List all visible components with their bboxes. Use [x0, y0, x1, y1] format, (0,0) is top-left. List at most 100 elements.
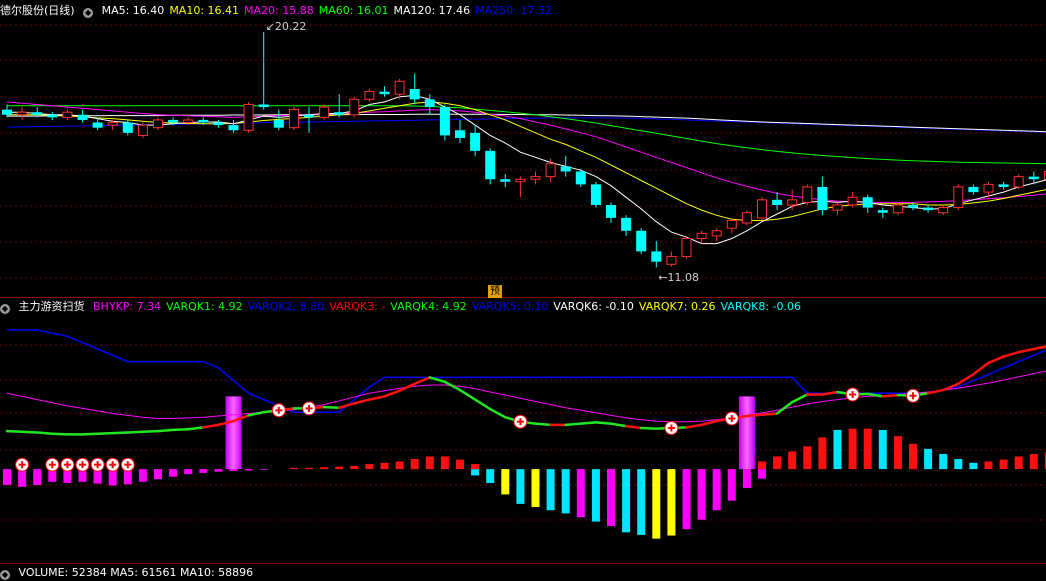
indicator-value-6: VARQK6: -0.10 — [553, 300, 634, 313]
histogram-bar-down — [3, 469, 11, 485]
histogram-bar-up — [395, 461, 404, 470]
main-line-segment — [202, 423, 220, 429]
histogram-bar-up — [909, 443, 917, 470]
histogram-bar-down — [486, 469, 495, 484]
histogram-bar-down — [169, 469, 178, 477]
histogram-bar-up — [289, 467, 298, 470]
main-line-segment — [473, 398, 492, 411]
main-line-segment — [972, 361, 990, 376]
main-line-segment — [624, 424, 643, 430]
main-line-segment — [881, 393, 900, 398]
histogram-bar-up — [440, 456, 449, 470]
ma-indicator-0: MA5: 16.40 — [101, 4, 165, 17]
histogram-bar-up — [878, 429, 887, 470]
main-line-segment — [579, 421, 598, 425]
histogram-bar-down — [667, 469, 676, 536]
histogram-bar-down — [184, 469, 193, 475]
main-line-segment — [594, 421, 613, 425]
volume-text: VOLUME: 52384 MA5: 61561 MA10: 58896 — [18, 566, 254, 579]
main-line-segment — [398, 382, 416, 392]
histogram-bar-down — [727, 469, 736, 501]
histogram-bar-down — [33, 469, 42, 485]
histogram-bar-down — [199, 469, 208, 473]
main-line-segment — [353, 398, 371, 405]
settings-circle-icon[interactable]: ◆ — [0, 570, 10, 580]
main-line-segment — [1017, 347, 1036, 354]
main-line-segment — [20, 430, 39, 434]
main-line-segment — [685, 423, 703, 429]
histogram-bar-up — [425, 456, 434, 470]
main-line-segment — [700, 419, 718, 427]
settings-circle-icon[interactable]: ◆ — [83, 8, 94, 18]
indicator-value-3: VARQK3: - — [329, 300, 386, 313]
histogram-bar-down — [18, 469, 27, 487]
volume-spike-bar — [738, 396, 755, 470]
histogram-bar-up — [758, 461, 766, 470]
indicator-value-4: VARQK4: 4.92 — [390, 300, 467, 313]
histogram-bar-up — [456, 459, 464, 470]
histogram-bar-up — [803, 446, 812, 470]
histogram-bar-down — [154, 469, 162, 480]
main-line-segment — [96, 431, 114, 435]
histogram-bar-down — [652, 469, 661, 539]
histogram-bar-down — [637, 469, 646, 535]
main-line-segment — [5, 429, 24, 434]
histogram-bar-down — [712, 469, 721, 511]
magenta-line — [6, 370, 1046, 423]
histogram-bar-down — [259, 469, 268, 470]
main-line-segment — [790, 393, 809, 404]
histogram-bar-down — [471, 469, 480, 476]
histogram-bar-up — [984, 461, 993, 470]
histogram-bar-down — [561, 469, 570, 514]
main-line-segment — [51, 432, 69, 436]
main-line-segment — [987, 355, 1005, 365]
histogram-bar-up — [471, 464, 480, 470]
ma-indicator-3: MA60: 16.01 — [318, 4, 389, 17]
low-arrow-icon: ← — [658, 271, 668, 285]
volume-spike-bar — [225, 396, 242, 470]
high-arrow-icon: ↙ — [265, 19, 275, 33]
main-line-segment — [1002, 350, 1020, 358]
histogram-bar-down — [742, 469, 751, 489]
histogram-bar-down — [591, 469, 600, 522]
main-chart-header: 德尔股份(日线) ◆ MA5: 16.40 MA10: 16.41 MA20: 15… — [0, 3, 562, 19]
main-line-segment — [534, 422, 552, 427]
main-line-segment — [383, 389, 401, 398]
histogram-bar-down — [138, 469, 147, 482]
histogram-bar-down — [697, 469, 706, 520]
main-line-segment — [81, 432, 99, 436]
histogram-bar-down — [576, 469, 585, 518]
histogram-bar-up — [380, 462, 389, 470]
histogram-bar-down — [229, 469, 238, 472]
indicator-header: ◆ 主力游资扫货 BHYKP: 7.34 VARQK1: 4.92 VARQK2: … — [0, 299, 811, 315]
ma-indicator-1: MA10: 16.41 — [169, 4, 240, 17]
high-price-label: ↙20.22 — [265, 19, 307, 33]
main-line-segment — [35, 431, 54, 435]
indicator-value-5: VARQK5: 0.10 — [471, 300, 549, 313]
main-line-segment — [337, 402, 356, 410]
histogram-bar-up — [305, 467, 313, 470]
indicator-value-7: VARQK7: 0.26 — [638, 300, 716, 313]
histogram-bar-up — [924, 448, 933, 470]
main-line-segment — [1032, 345, 1046, 351]
histogram-bar-up — [410, 459, 419, 470]
histogram-bar-up — [1014, 456, 1023, 470]
settings-circle-icon[interactable]: ◆ — [0, 304, 10, 314]
main-line-segment — [458, 388, 477, 401]
indicator-value-2: VARQK2: 8.80 — [247, 300, 325, 313]
histogram-bar-up — [818, 437, 827, 470]
histogram-bar-down — [516, 469, 525, 504]
main-line-segment — [368, 395, 386, 401]
histogram-bar-up — [1029, 453, 1038, 470]
forecast-badge: 预 — [488, 285, 502, 298]
main-line-segment — [156, 428, 175, 433]
histogram-bar-up — [848, 428, 857, 470]
main-line-segment — [639, 426, 658, 430]
indicator-value-list: BHYKP: 7.34 VARQK1: 4.92 VARQK2: 8.80 VARQK… — [93, 300, 806, 313]
histogram-bar-up — [773, 456, 782, 470]
histogram-bar-down — [531, 469, 540, 508]
main-line-segment — [141, 429, 160, 434]
indicator-value-8: VARQK8: -0.06 — [720, 300, 801, 313]
histogram-bar-up — [320, 467, 329, 470]
main-title: 德尔股份(日线) — [0, 4, 75, 17]
